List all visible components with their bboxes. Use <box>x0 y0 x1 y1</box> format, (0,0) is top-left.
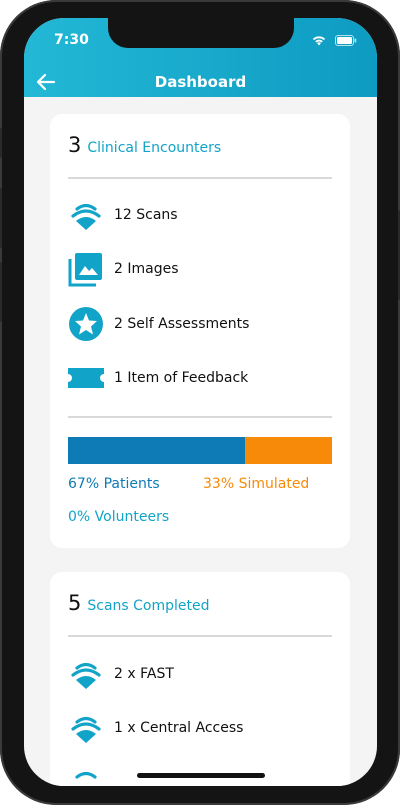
star-badge-icon <box>68 306 104 342</box>
list-item-label: 2 Images <box>114 261 179 277</box>
simulated-segment <box>244 437 332 464</box>
scans-label: Scans Completed <box>87 598 210 614</box>
list-item-central-access: 1 x Central Access <box>68 710 243 746</box>
scan-waves-icon <box>68 197 104 233</box>
clinical-encounters-card: 3 Clinical Encounters 12 Scans 2 Images … <box>50 114 350 548</box>
list-item-label: 2 Self Assessments <box>114 316 250 332</box>
status-icons <box>311 34 357 46</box>
ticket-icon <box>68 360 104 396</box>
notch <box>108 18 294 48</box>
scan-waves-icon <box>68 765 104 786</box>
list-item-label: 12 Scans <box>114 207 178 223</box>
list-item-scans: 12 Scans <box>68 197 178 233</box>
patients-segment <box>68 437 245 464</box>
divider <box>68 416 332 418</box>
encounter-breakdown-bar <box>68 437 332 464</box>
card-header: 5 Scans Completed <box>68 591 210 615</box>
list-item-label: 2 x FAST <box>114 666 174 682</box>
mute-switch <box>0 128 2 158</box>
scan-waves-icon <box>68 656 104 692</box>
battery-icon <box>335 34 357 46</box>
list-item-fast: 2 x FAST <box>68 656 174 692</box>
divider <box>68 177 332 179</box>
list-item-partial <box>68 765 104 786</box>
screen: 7:30 Dashboard 3 Clinical Encounters 12 … <box>24 18 377 786</box>
patients-legend: 67% Patients <box>68 476 160 492</box>
card-header: 3 Clinical Encounters <box>68 133 221 157</box>
scans-count: 5 <box>68 591 82 615</box>
encounter-label: Clinical Encounters <box>87 140 222 156</box>
home-indicator[interactable] <box>137 773 265 778</box>
volunteers-legend: 0% Volunteers <box>68 509 170 525</box>
list-item-feedback: 1 Item of Feedback <box>68 360 248 396</box>
encounter-count: 3 <box>68 133 82 157</box>
app-header: 7:30 Dashboard <box>24 18 377 97</box>
simulated-legend: 33% Simulated <box>203 476 310 492</box>
phone-frame: 7:30 Dashboard 3 Clinical Encounters 12 … <box>0 0 400 805</box>
wifi-icon <box>312 36 326 46</box>
divider <box>68 635 332 637</box>
scans-completed-card: 5 Scans Completed 2 x FAST 1 x Central A… <box>50 572 350 786</box>
list-item-label: 1 Item of Feedback <box>114 370 249 386</box>
scan-waves-icon <box>68 710 104 746</box>
list-item-images: 2 Images <box>68 251 179 287</box>
list-item-label: 1 x Central Access <box>114 720 244 736</box>
volume-up-button <box>0 188 2 248</box>
status-time: 7:30 <box>54 32 89 48</box>
volume-down-button <box>0 262 2 322</box>
list-item-self-assessments: 2 Self Assessments <box>68 306 249 342</box>
page-title: Dashboard <box>154 73 247 91</box>
images-icon <box>68 251 104 287</box>
